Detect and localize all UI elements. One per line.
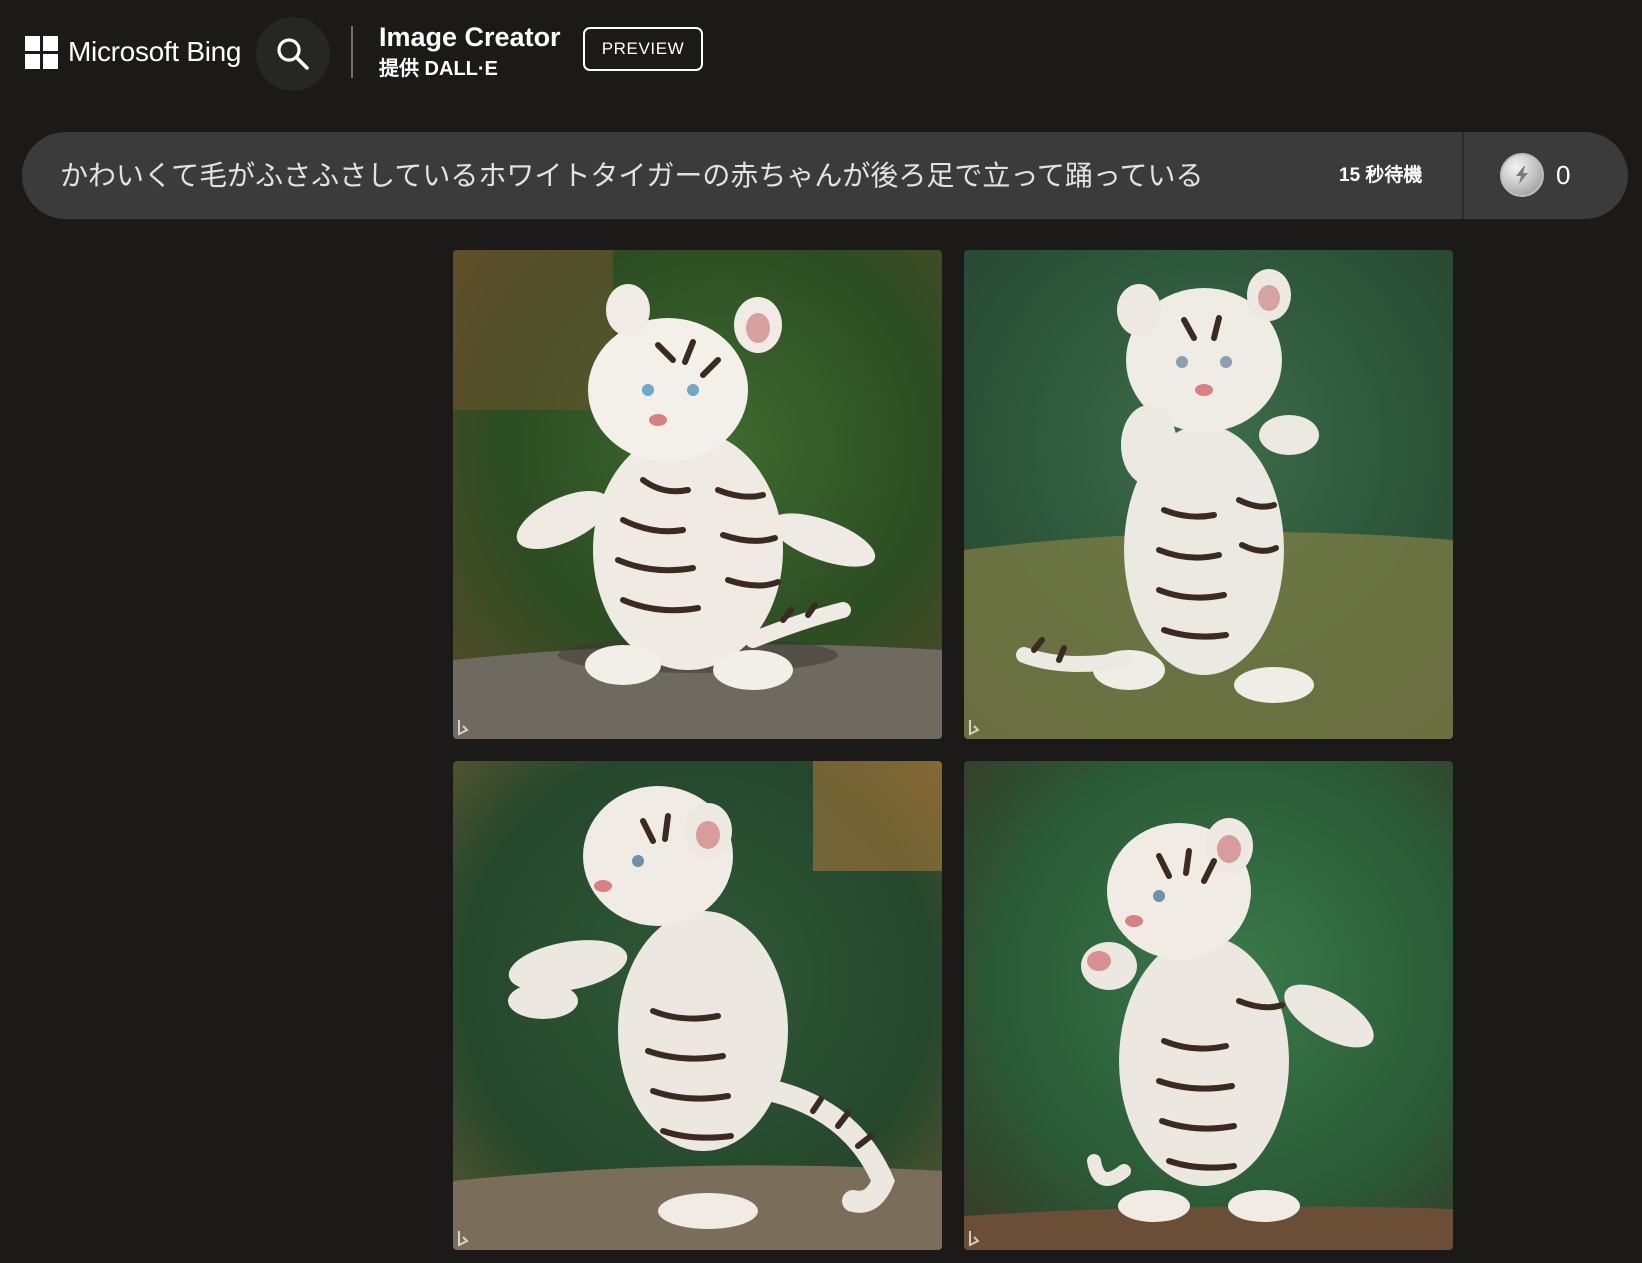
header: Microsoft Bing Image Creator 提供 DALL·E P…: [0, 0, 1642, 110]
tiger-cub-image: [964, 250, 1453, 739]
boost-counter[interactable]: 0: [1500, 149, 1570, 201]
brand-name: Microsoft Bing: [68, 36, 242, 67]
tiger-cub-image: [964, 761, 1453, 1250]
prompt-input[interactable]: かわいくて毛がふさふさしているホワイトタイガーの赤ちゃんが後ろ足で立って踊ってい…: [60, 132, 1204, 219]
boost-count: 0: [1556, 159, 1571, 190]
microsoft-bing-logo-link[interactable]: Microsoft Bing: [25, 32, 242, 72]
wait-status: 15 秒待機: [1339, 165, 1423, 186]
product-subtitle: 提供 DALL·E: [379, 58, 498, 80]
header-divider: [351, 26, 353, 78]
prompt-bar-divider: [1462, 132, 1464, 219]
prompt-bar[interactable]: かわいくて毛がふさふさしているホワイトタイガーの赤ちゃんが後ろ足で立って踊ってい…: [22, 132, 1628, 219]
boost-coin-icon: [1500, 153, 1544, 197]
microsoft-logo-icon: [25, 35, 58, 69]
tiger-cub-image: [453, 250, 942, 739]
search-button[interactable]: [256, 17, 330, 91]
generated-image-3[interactable]: [453, 761, 942, 1250]
product-title: Image Creator: [379, 22, 561, 52]
generated-image-2[interactable]: [964, 250, 1453, 739]
tiger-cub-image: [453, 761, 942, 1250]
product-title-block: Image Creator 提供 DALL·E: [379, 20, 561, 84]
image-creator-page: Microsoft Bing Image Creator 提供 DALL·E P…: [0, 0, 1642, 1263]
generated-image-4[interactable]: [964, 761, 1453, 1250]
generated-image-1[interactable]: [453, 250, 942, 739]
preview-button[interactable]: PREVIEW: [583, 27, 703, 71]
search-icon: [277, 38, 309, 70]
